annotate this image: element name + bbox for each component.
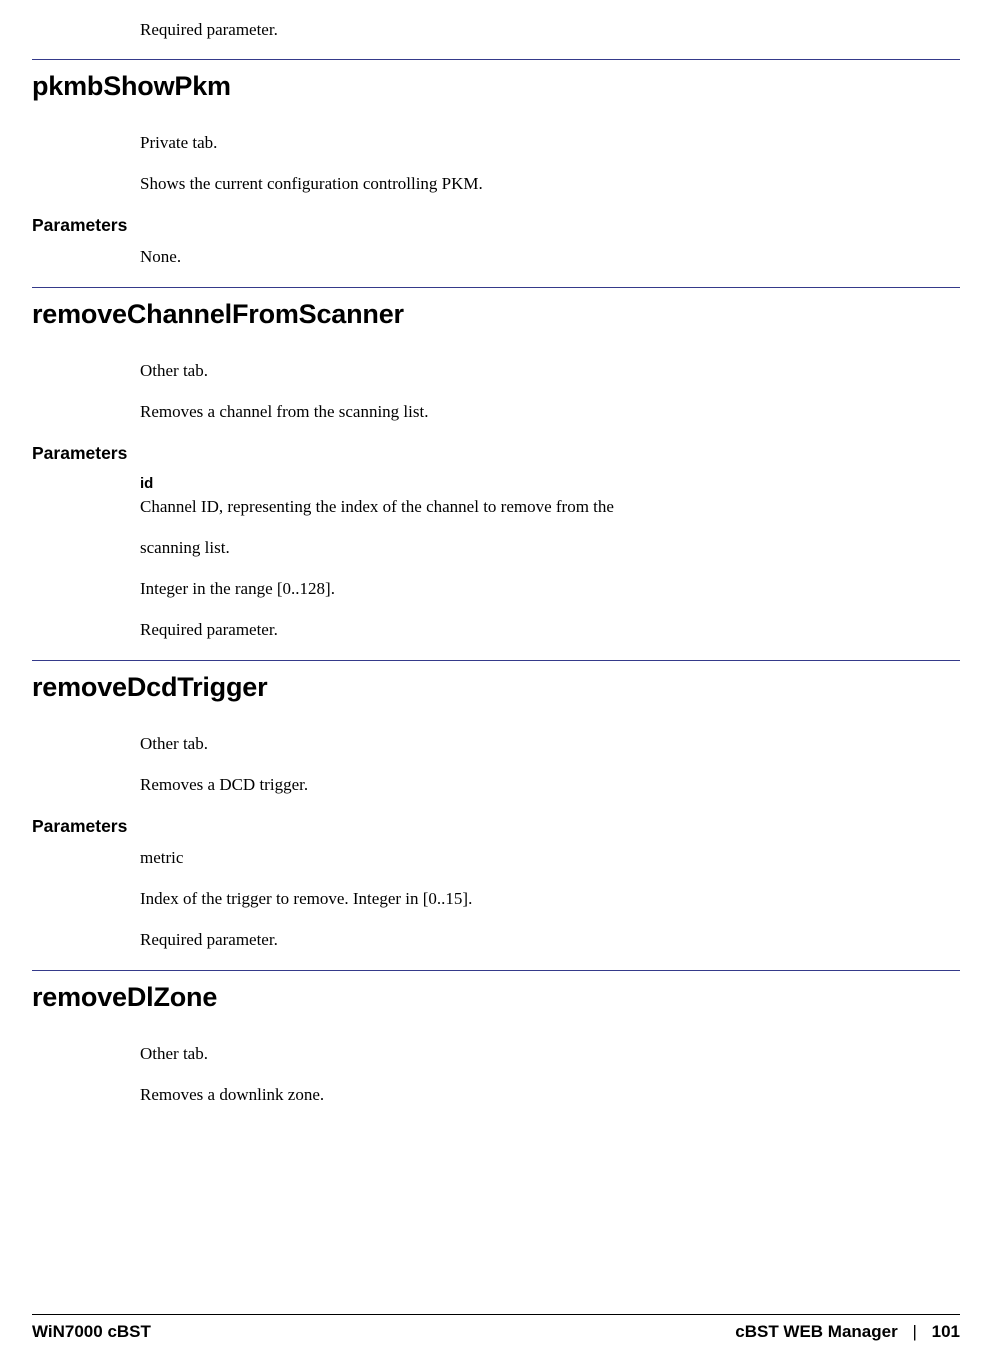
footer-divider	[32, 1314, 960, 1315]
param-id-range: Integer in the range [0..128].	[140, 578, 960, 601]
footer-separator: |	[902, 1322, 926, 1341]
section-tab: Other tab.	[140, 733, 960, 756]
section-divider	[32, 59, 960, 60]
section-divider	[32, 970, 960, 971]
section-desc: Removes a downlink zone.	[140, 1084, 960, 1107]
page: Required parameter. pkmbShowPkm Private …	[0, 0, 992, 1364]
parameters-body: metric Index of the trigger to remove. I…	[140, 847, 960, 952]
footer-page-number: 101	[932, 1322, 960, 1341]
section-tab: Private tab.	[140, 132, 960, 155]
section-heading: removeDlZone	[32, 979, 960, 1015]
footer-row: WiN7000 cBST cBST WEB Manager | 101	[32, 1321, 960, 1344]
section-body: Private tab. Shows the current configura…	[140, 132, 960, 196]
section-heading: pkmbShowPkm	[32, 68, 960, 104]
intro-required: Required parameter.	[140, 19, 960, 42]
section-desc: Removes a DCD trigger.	[140, 774, 960, 797]
param-id-label: id	[140, 474, 960, 494]
param-metric-desc: Index of the trigger to remove. Integer …	[140, 888, 960, 911]
parameters-body: None.	[140, 246, 960, 269]
param-metric-required: Required parameter.	[140, 929, 960, 952]
section-heading: removeChannelFromScanner	[32, 296, 960, 332]
footer-left: WiN7000 cBST	[32, 1321, 151, 1344]
parameters-body: id Channel ID, representing the index of…	[140, 474, 960, 642]
footer-section-title: cBST WEB Manager	[735, 1322, 897, 1341]
section-divider	[32, 287, 960, 288]
parameters-heading: Parameters	[32, 214, 960, 238]
section-body: Other tab. Removes a DCD trigger.	[140, 733, 960, 797]
intro-block: Required parameter.	[140, 0, 960, 42]
section-tab: Other tab.	[140, 1043, 960, 1066]
section-tab: Other tab.	[140, 360, 960, 383]
section-divider	[32, 660, 960, 661]
param-id-required: Required parameter.	[140, 619, 960, 642]
params-none: None.	[140, 246, 960, 269]
param-id-desc-line2: scanning list.	[140, 537, 960, 560]
param-id-desc-line1: Channel ID, representing the index of th…	[140, 496, 960, 519]
param-metric: metric	[140, 847, 960, 870]
section-body: Other tab. Removes a downlink zone.	[140, 1043, 960, 1107]
section-heading: removeDcdTrigger	[32, 669, 960, 705]
parameters-heading: Parameters	[32, 815, 960, 839]
section-body: Other tab. Removes a channel from the sc…	[140, 360, 960, 424]
section-desc: Removes a channel from the scanning list…	[140, 401, 960, 424]
page-footer: WiN7000 cBST cBST WEB Manager | 101	[32, 1314, 960, 1344]
footer-right: cBST WEB Manager | 101	[735, 1321, 960, 1344]
parameters-heading: Parameters	[32, 442, 960, 466]
section-desc: Shows the current configuration controll…	[140, 173, 960, 196]
